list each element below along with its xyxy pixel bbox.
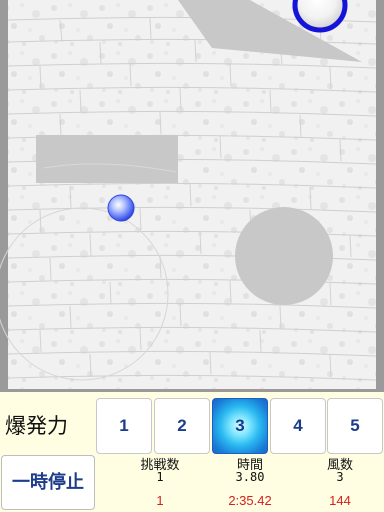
power-button-2[interactable]: 2 <box>154 398 210 454</box>
power-button-5[interactable]: 5 <box>327 398 383 454</box>
attempts-best: 1 <box>156 493 164 508</box>
wind-value: 3 <box>336 470 344 484</box>
stone-wall <box>8 0 376 389</box>
power-button-1[interactable]: 1 <box>96 398 152 454</box>
stat-attempts: 挑戦数 1 1 <box>118 458 202 507</box>
attempts-value: 1 <box>156 470 164 484</box>
power-button-3[interactable]: 3 <box>212 398 268 454</box>
pause-button[interactable]: 一時停止 <box>1 455 95 510</box>
wind-best: 144 <box>329 493 351 508</box>
power-label: 爆発力 <box>5 415 68 438</box>
rectangle-obstacle <box>36 135 178 183</box>
goal-hole <box>292 0 348 33</box>
game-stage[interactable] <box>0 0 384 392</box>
playfield[interactable] <box>0 0 384 392</box>
power-button-4[interactable]: 4 <box>270 398 326 454</box>
time-value: 3.80 <box>235 470 265 484</box>
circle-obstacle <box>235 207 333 305</box>
stat-wind: 風数 3 144 <box>298 458 382 507</box>
stat-time: 時間 3.80 2:35.42 <box>208 458 292 507</box>
time-best: 2:35.42 <box>228 493 272 508</box>
player-ball[interactable] <box>107 194 135 222</box>
